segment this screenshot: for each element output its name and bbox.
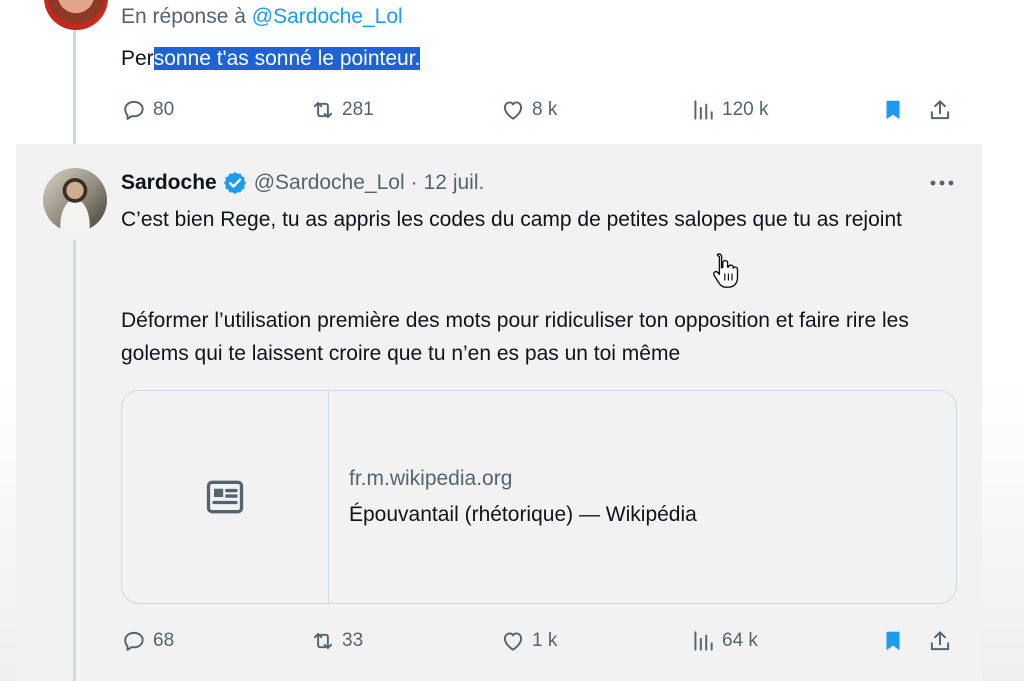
thread-line (73, 240, 76, 681)
card-domain: fr.m.wikipedia.org (349, 467, 513, 490)
tweet-reply[interactable]: En réponse à @Sardoche_Lol Personne t'as… (16, 0, 982, 144)
tweet-text-selection: sonne t'as sonné le pointeur. (153, 47, 421, 70)
share-icon (930, 631, 950, 651)
thread-line (73, 20, 76, 144)
tweet-text-unselected: Per (121, 47, 154, 70)
tweet-header: Sardoche @Sardoche_Lol · 12 juil. (121, 169, 484, 197)
retweet-count: 33 (342, 630, 364, 651)
reply-context: En réponse à @Sardoche_Lol (121, 5, 403, 29)
retweet-button[interactable]: 33 (310, 626, 363, 656)
bookmark-icon (886, 100, 900, 120)
views-button[interactable]: 120 k (690, 95, 768, 125)
retweet-button[interactable]: 281 (310, 95, 374, 125)
more-button[interactable] (927, 170, 957, 196)
views-count: 120 k (722, 99, 769, 120)
card-title[interactable]: Épouvantail (rhétorique) — Wikipédia (349, 503, 697, 527)
views-button[interactable]: 64 k (690, 626, 758, 656)
bookmark-button[interactable] (880, 95, 906, 125)
link-preview-card[interactable]: fr.m.wikipedia.org Épouvantail (rhétoriq… (121, 390, 957, 604)
views-icon (694, 631, 713, 651)
verified-badge-icon[interactable] (222, 170, 248, 196)
tweet-text-paragraph: C’est bien Rege, tu as appris les codes … (121, 208, 902, 231)
action-bar: 68 33 1 k 64 k (16, 626, 982, 656)
avatar[interactable] (43, 168, 107, 232)
bookmark-button[interactable] (880, 626, 906, 656)
reply-prefix: En réponse à (121, 5, 252, 28)
like-icon (503, 101, 523, 120)
retweet-icon (313, 632, 333, 650)
reply-handle-link[interactable]: @Sardoche_Lol (252, 5, 403, 28)
reply-count: 80 (153, 99, 175, 120)
reply-button[interactable]: 80 (121, 95, 174, 125)
action-bar: 80 281 8 k 120 k (16, 95, 982, 125)
views-icon (694, 100, 713, 120)
reply-icon (124, 100, 144, 120)
like-count: 8 k (532, 99, 558, 120)
tweet-text-paragraph: Déformer l’utilisation première des mots… (121, 309, 909, 365)
author-handle[interactable]: @Sardoche_Lol (254, 171, 405, 195)
reply-button[interactable]: 68 (121, 626, 174, 656)
tweet-date[interactable]: 12 juil. (424, 171, 485, 195)
reply-icon (124, 631, 144, 651)
share-button[interactable] (927, 626, 953, 656)
like-icon (503, 632, 523, 651)
share-button[interactable] (927, 95, 953, 125)
card-thumbnail (122, 391, 329, 603)
more-icon (930, 180, 954, 186)
hand-cursor-icon (713, 253, 739, 288)
meta-separator: · (410, 171, 418, 194)
like-button[interactable]: 8 k (500, 95, 557, 125)
author-name[interactable]: Sardoche (121, 171, 217, 195)
retweet-icon (313, 101, 333, 119)
tweet-main[interactable]: Sardoche @Sardoche_Lol · 12 juil. C’est … (16, 144, 982, 681)
views-count: 64 k (722, 630, 758, 651)
share-icon (930, 100, 950, 120)
timeline: En réponse à @Sardoche_Lol Personne t'as… (16, 0, 982, 681)
reply-count: 68 (153, 630, 175, 651)
like-count: 1 k (532, 630, 558, 651)
article-icon (206, 480, 244, 514)
like-button[interactable]: 1 k (500, 626, 557, 656)
tweet-text: Personne t'as sonné le pointeur. (121, 42, 421, 75)
retweet-count: 281 (342, 99, 374, 120)
avatar[interactable] (44, 0, 108, 30)
bookmark-icon (886, 631, 900, 651)
